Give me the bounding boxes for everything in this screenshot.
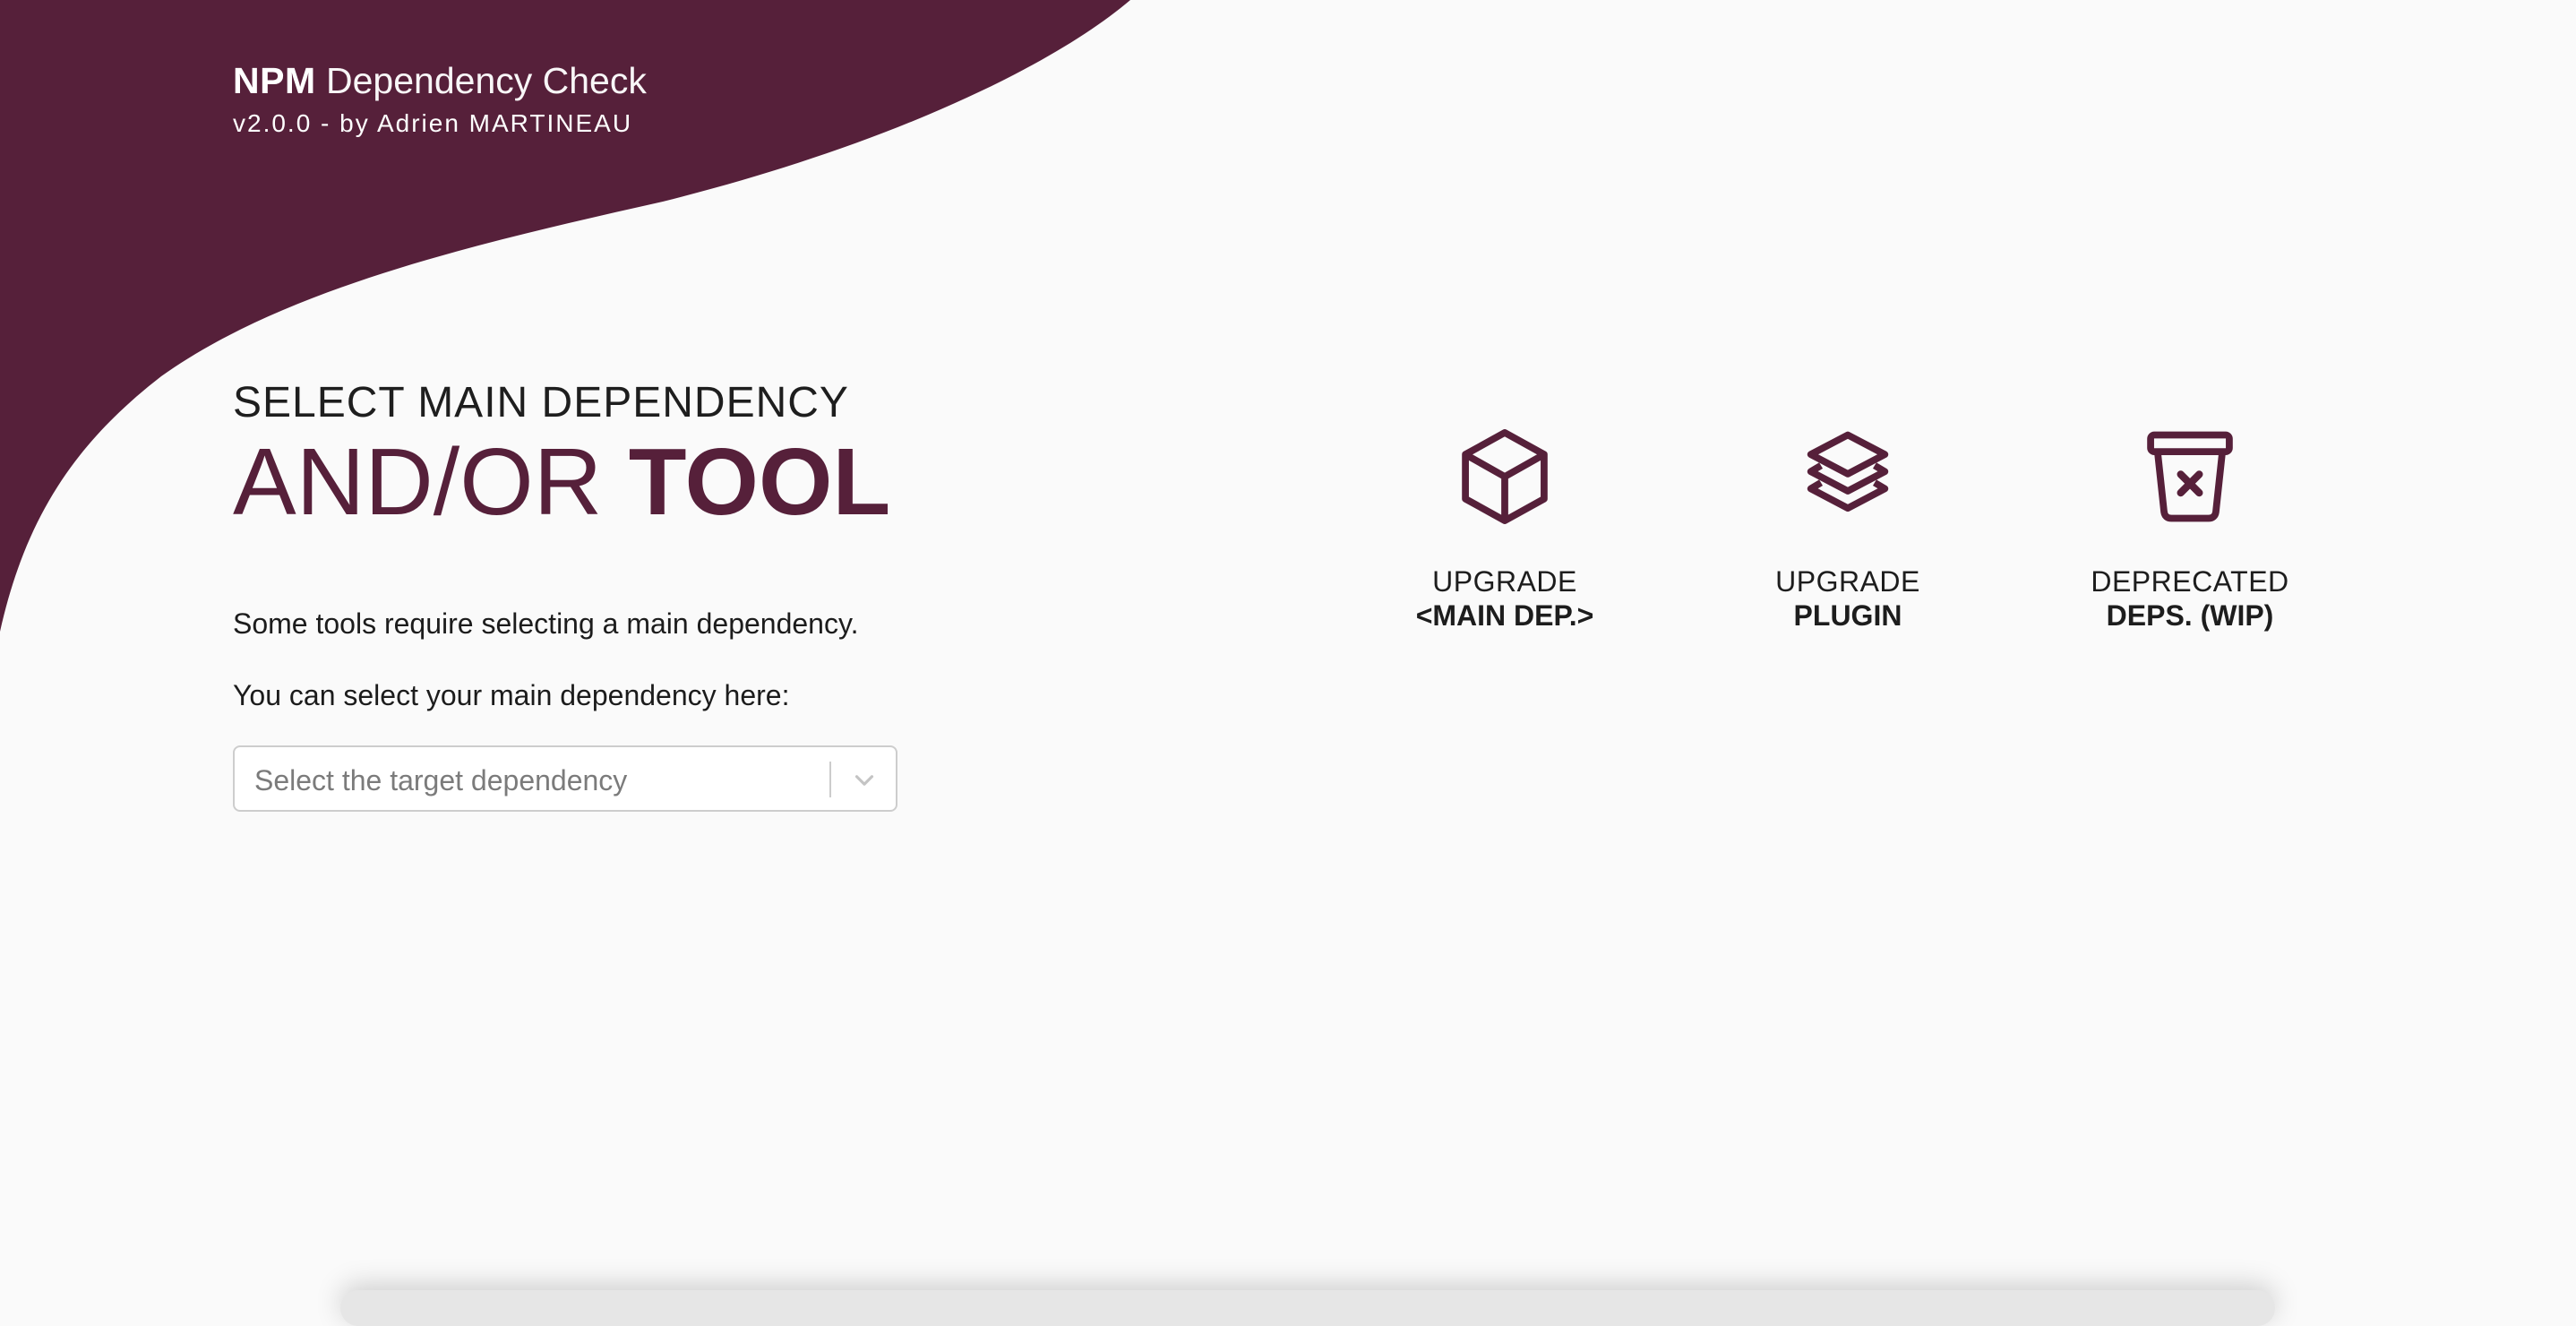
select-placeholder: Select the target dependency	[254, 764, 628, 796]
select-separator	[829, 762, 831, 797]
trash-x-icon	[2147, 431, 2233, 522]
tool-upgrade-main-dep[interactable]: UPGRADE <MAIN DEP.>	[1370, 421, 1639, 633]
tool-deprecated-deps[interactable]: DEPRECATED DEPS. (WIP)	[2056, 421, 2324, 633]
heading-line1: SELECT MAIN DEPENDENCY	[233, 379, 849, 426]
app-title: NPM Dependency Check	[233, 57, 647, 104]
tool-upgrade-plugin-label2: PLUGIN	[1793, 599, 1902, 632]
tool-upgrade-plugin[interactable]: UPGRADE PLUGIN	[1713, 421, 1982, 633]
heading-line2-light: AND/OR	[233, 429, 629, 535]
cube-icon	[1462, 429, 1548, 524]
description-select-here: You can select your main dependency here…	[233, 679, 790, 711]
chevron-down-icon[interactable]	[849, 765, 880, 796]
tool-deprecated-deps-label1: DEPRECATED	[2091, 565, 2289, 598]
layers-icon	[1807, 431, 1889, 512]
tool-upgrade-main-dep-label2: <MAIN DEP.>	[1415, 599, 1594, 632]
heading-line2-bold: TOOL	[628, 429, 891, 535]
app-version-author: v2.0.0 - by Adrien MARTINEAU	[233, 109, 633, 137]
app-title-light: Dependency Check	[326, 60, 647, 101]
app-header: NPM Dependency Check v2.0.0 - by Adrien …	[233, 57, 647, 140]
bottom-panel-edge	[340, 1290, 2275, 1326]
page-heading: SELECT MAIN DEPENDENCY AND/OR TOOL	[233, 376, 890, 536]
app-title-bold: NPM	[233, 60, 316, 101]
tool-upgrade-plugin-label1: UPGRADE	[1775, 565, 1920, 598]
tool-upgrade-main-dep-label1: UPGRADE	[1432, 565, 1577, 598]
heading-line2: AND/OR TOOL	[233, 428, 890, 536]
target-dependency-select[interactable]: Select the target dependency	[233, 745, 897, 812]
description-tools-require: Some tools require selecting a main depe…	[233, 607, 859, 640]
tool-deprecated-deps-label2: DEPS. (WIP)	[2106, 599, 2274, 632]
header-wave-background	[0, 0, 1130, 632]
